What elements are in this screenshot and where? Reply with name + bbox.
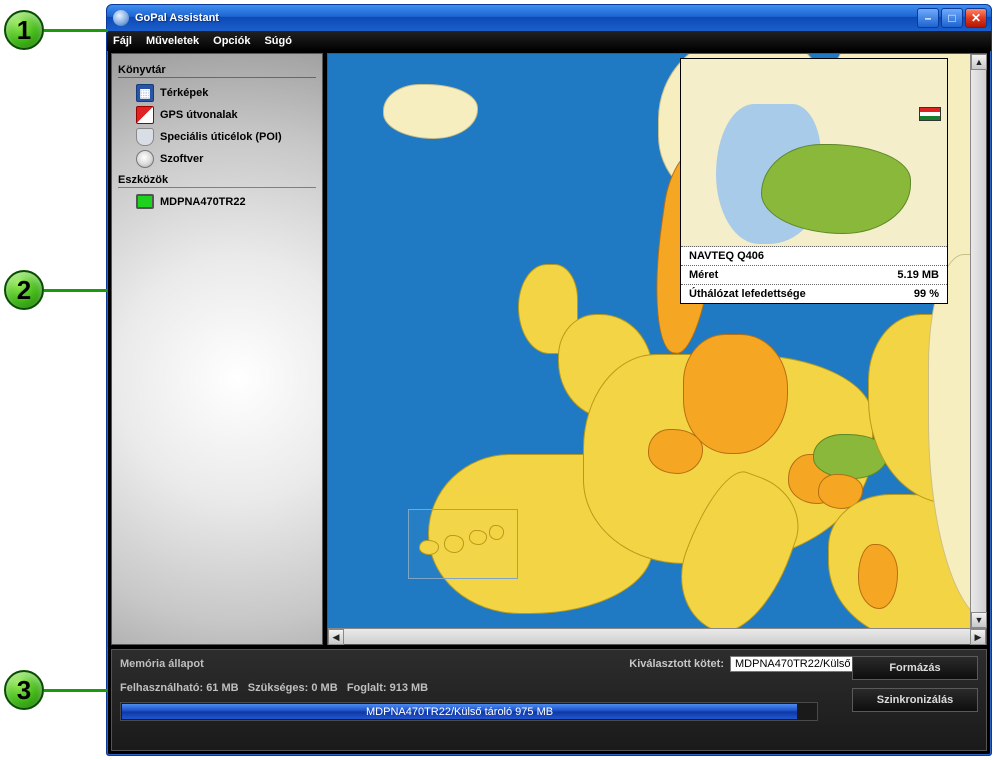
usable-label: Felhasználható: [120, 682, 203, 694]
scroll-up-button[interactable]: ▲ [971, 54, 987, 70]
scrollbar-horizontal[interactable]: ◀ ▶ [328, 628, 986, 644]
sidebar-item-label: Térképek [160, 87, 208, 99]
sidebar-item-software[interactable]: Szoftver [116, 148, 318, 170]
sidebar-item-maps[interactable]: ▦ Térképek [116, 82, 318, 104]
annotation-badge-3: 3 [4, 670, 44, 710]
device-icon [136, 194, 154, 209]
annotation-line-2 [44, 289, 108, 292]
info-size-label: Méret [689, 269, 718, 281]
sidebar-section-devices: Eszközök [118, 174, 316, 188]
memory-header: Memória állapot [120, 658, 360, 670]
route-icon [136, 106, 154, 124]
info-size-value: 5.19 MB [897, 269, 939, 281]
menubar: Fájl Műveletek Opciók Súgó [107, 31, 991, 51]
client-area: Könyvtár ▦ Térképek GPS útvonalak Speciá… [109, 51, 989, 753]
sidebar-item-gps[interactable]: GPS útvonalak [116, 104, 318, 126]
info-coverage-value: 99 % [914, 288, 939, 300]
info-provider: NAVTEQ Q406 [689, 250, 764, 262]
sidebar-item-device[interactable]: MDPNA470TR22 [116, 192, 318, 211]
sidebar-item-label: Szoftver [160, 153, 203, 165]
scroll-right-button[interactable]: ▶ [970, 629, 986, 645]
menu-options[interactable]: Opciók [213, 35, 250, 47]
used-value: 913 MB [390, 682, 429, 694]
sync-button[interactable]: Szinkronizálás [852, 688, 978, 712]
app-window: GoPal Assistant – □ ✕ Fájl Műveletek Opc… [106, 4, 992, 756]
needed-value: 0 MB [311, 682, 337, 694]
scroll-track-h[interactable] [344, 629, 970, 644]
needed-label: Szükséges: [248, 682, 309, 694]
scroll-left-button[interactable]: ◀ [328, 629, 344, 645]
annotation-badge-1: 1 [4, 10, 44, 50]
memory-progress: MDPNA470TR22/Külső tároló 975 MB [120, 702, 818, 721]
canary-inset [408, 509, 518, 579]
scrollbar-vertical[interactable]: ▲ ▼ [970, 54, 986, 628]
menu-ops[interactable]: Műveletek [146, 35, 199, 47]
country-info-panel: NAVTEQ Q406 Méret 5.19 MB Úthálózat lefe… [680, 58, 948, 304]
sidebar-section-library: Könyvtár [118, 64, 316, 78]
menu-help[interactable]: Súgó [264, 35, 292, 47]
poi-icon [136, 128, 154, 146]
minimize-button[interactable]: – [917, 8, 939, 28]
info-coverage-label: Úthálózat lefedettsége [689, 288, 806, 300]
map-icon: ▦ [136, 84, 154, 102]
map-panel: NAVTEQ Q406 Méret 5.19 MB Úthálózat lefe… [327, 53, 987, 645]
map-canvas[interactable]: NAVTEQ Q406 Méret 5.19 MB Úthálózat lefe… [328, 54, 970, 628]
sidebar-item-label: MDPNA470TR22 [160, 196, 246, 208]
disc-icon [136, 150, 154, 168]
used-label: Foglalt: [347, 682, 387, 694]
selected-volume-label: Kiválasztott kötet: [629, 658, 724, 670]
scroll-track-v[interactable] [971, 70, 986, 612]
close-button[interactable]: ✕ [965, 8, 987, 28]
sidebar-item-label: GPS útvonalak [160, 109, 238, 121]
status-panel: Memória állapot Kiválasztott kötet: MDPN… [111, 649, 987, 751]
memory-progress-fill: MDPNA470TR22/Külső tároló 975 MB [122, 704, 797, 719]
annotation-line-1 [44, 29, 108, 32]
app-icon [113, 10, 129, 26]
usable-value: 61 MB [206, 682, 238, 694]
window-title: GoPal Assistant [135, 12, 917, 24]
maximize-button[interactable]: □ [941, 8, 963, 28]
flag-icon [919, 107, 941, 121]
format-button[interactable]: Formázás [852, 656, 978, 680]
sidebar: Könyvtár ▦ Térképek GPS útvonalak Speciá… [111, 53, 323, 645]
sidebar-item-label: Speciális úticélok (POI) [160, 131, 282, 143]
sidebar-item-poi[interactable]: Speciális úticélok (POI) [116, 126, 318, 148]
annotation-badge-2: 2 [4, 270, 44, 310]
titlebar[interactable]: GoPal Assistant – □ ✕ [107, 5, 991, 31]
annotation-line-3 [44, 689, 108, 692]
menu-file[interactable]: Fájl [113, 35, 132, 47]
country-minimap [681, 59, 947, 247]
scroll-down-button[interactable]: ▼ [971, 612, 987, 628]
